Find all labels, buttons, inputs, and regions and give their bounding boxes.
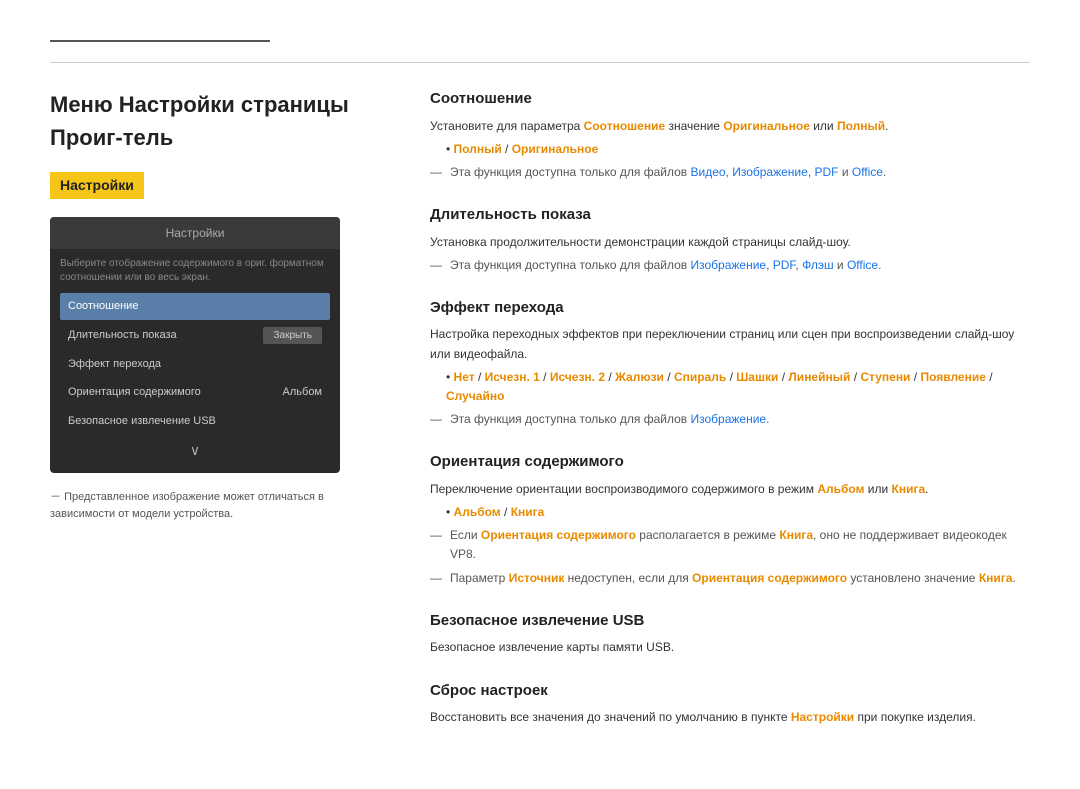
settings-ui: Настройки Выберите отображение содержимо… [50, 217, 340, 473]
settings-item-ratio[interactable]: Соотношение [60, 293, 330, 320]
orientation-note2: Параметр Источник недоступен, если для О… [430, 569, 1030, 588]
link-image3: Изображение [690, 412, 766, 426]
settings-ui-desc: Выберите отображение содержимого в ориг.… [60, 257, 330, 285]
orientation-bullets: Альбом / Книга [430, 503, 1030, 522]
section-usb: Безопасное извлечение USB Безопасное изв… [430, 610, 1030, 658]
link-image2: Изображение [690, 258, 766, 272]
section-usb-title: Безопасное извлечение USB [430, 610, 1030, 633]
section-duration-text: Установка продолжительности демонстрации… [430, 233, 1030, 252]
section-reset-title: Сброс настроек [430, 680, 1030, 703]
t-linear: Линейный [788, 370, 850, 384]
ratio-note: Эта функция доступна только для файлов В… [430, 163, 1030, 182]
section-reset-text: Восстановить все значения до значений по… [430, 708, 1030, 727]
section-ratio: Соотношение Установите для параметра Соо… [430, 88, 1030, 182]
bullet-full: Полный [454, 142, 502, 156]
ratio-bullets: Полный / Оригинальное [430, 140, 1030, 159]
highlight-ratio: Соотношение [584, 119, 665, 133]
right-column: Соотношение Установите для параметра Соо… [430, 88, 1030, 749]
highlight-original: Оригинальное [723, 119, 810, 133]
bullet-original: Оригинальное [512, 142, 599, 156]
on-orientation2: Ориентация содержимого [692, 571, 847, 585]
content-wrapper: Меню Настройки страницы Проиг-тель Настр… [50, 88, 1030, 749]
section-duration: Длительность показа Установка продолжите… [430, 204, 1030, 275]
section-orientation-title: Ориентация содержимого [430, 451, 1030, 474]
chevron-down-icon: ∨ [60, 436, 330, 465]
transition-note: Эта функция доступна только для файлов И… [430, 410, 1030, 429]
section-orientation: Ориентация содержимого Переключение орие… [430, 451, 1030, 587]
link-flash: Флэш [802, 258, 833, 272]
settings-ui-title: Настройки [50, 217, 340, 249]
link-office2: Office [847, 258, 878, 272]
section-usb-text: Безопасное извлечение карты памяти USB. [430, 638, 1030, 657]
settings-item-orientation-value: Альбом [283, 384, 322, 401]
settings-item-ratio-label: Соотношение [68, 298, 138, 315]
link-pdf2: PDF [773, 258, 796, 272]
left-note-text: Представленное изображение может отличат… [50, 491, 324, 520]
o-album: Альбом [454, 505, 501, 519]
t-fade2: Исчезн. 2 [550, 370, 605, 384]
on-source: Источник [509, 571, 565, 585]
settings-item-duration-label: Длительность показа [68, 327, 177, 344]
link-image: Изображение [732, 165, 808, 179]
page: Меню Настройки страницы Проиг-тель Настр… [0, 0, 1080, 789]
section-transition: Эффект перехода Настройка переходных эфф… [430, 297, 1030, 429]
transition-bullets: Нет / Исчезн. 1 / Исчезн. 2 / Жалюзи / С… [430, 368, 1030, 406]
t-none: Нет [454, 370, 475, 384]
o-book: Книга [511, 505, 545, 519]
left-column: Меню Настройки страницы Проиг-тель Настр… [50, 88, 390, 749]
orientation-note1: Если Ориентация содержимого располагаетс… [430, 526, 1030, 564]
settings-item-usb-label: Безопасное извлечение USB [68, 413, 216, 430]
bullet-ratio-1: Полный / Оригинальное [446, 140, 1030, 159]
section-ratio-text: Установите для параметра Соотношение зна… [430, 117, 1030, 136]
t-steps: Ступени [860, 370, 910, 384]
link-pdf: PDF [814, 165, 838, 179]
link-video: Видео [690, 165, 725, 179]
section-transition-text: Настройка переходных эффектов при перекл… [430, 325, 1030, 363]
highlight-album: Альбом [817, 482, 864, 496]
highlight-settings: Настройки [791, 710, 854, 724]
settings-item-usb[interactable]: Безопасное извлечение USB [60, 408, 330, 435]
bullet-orientation-1: Альбом / Книга [446, 503, 1030, 522]
section-duration-title: Длительность показа [430, 204, 1030, 227]
t-blind: Жалюзи [615, 370, 664, 384]
settings-item-orientation-label: Ориентация содержимого [68, 384, 201, 401]
t-random: Случайно [446, 389, 504, 403]
top-rule-full [50, 62, 1030, 63]
settings-item-orientation[interactable]: Ориентация содержимого Альбом [60, 379, 330, 406]
section-ratio-title: Соотношение [430, 88, 1030, 111]
note-dash: － [50, 491, 64, 503]
duration-note: Эта функция доступна только для файлов И… [430, 256, 1030, 275]
on-book: Книга [779, 528, 813, 542]
settings-item-transition[interactable]: Эффект перехода [60, 351, 330, 378]
settings-badge: Настройки [50, 172, 144, 199]
t-spiral: Спираль [674, 370, 726, 384]
page-title: Меню Настройки страницы Проиг-тель [50, 88, 390, 154]
t-chess: Шашки [736, 370, 778, 384]
t-fade1: Исчезн. 1 [485, 370, 540, 384]
bullet-transition-1: Нет / Исчезн. 1 / Исчезн. 2 / Жалюзи / С… [446, 368, 1030, 406]
left-note: － Представленное изображение может отлич… [50, 489, 390, 522]
close-button[interactable]: Закрыть [263, 327, 322, 344]
on-orientation: Ориентация содержимого [481, 528, 636, 542]
section-reset: Сброс настроек Восстановить все значения… [430, 680, 1030, 728]
section-transition-title: Эффект перехода [430, 297, 1030, 320]
link-office: Office [852, 165, 883, 179]
highlight-book: Книга [892, 482, 926, 496]
on-book2: Книга [979, 571, 1013, 585]
settings-ui-body: Выберите отображение содержимого в ориг.… [50, 249, 340, 473]
top-rule [50, 40, 270, 42]
settings-item-transition-label: Эффект перехода [68, 356, 161, 373]
t-appear: Появление [920, 370, 985, 384]
settings-item-duration[interactable]: Длительность показа Закрыть [60, 322, 330, 349]
section-orientation-text: Переключение ориентации воспроизводимого… [430, 480, 1030, 499]
highlight-full: Полный [837, 119, 885, 133]
